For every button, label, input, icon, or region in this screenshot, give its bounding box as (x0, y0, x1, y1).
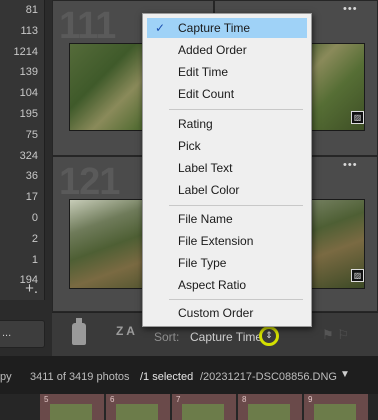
folder-count[interactable]: 139 (0, 62, 44, 83)
folder-count[interactable]: 104 (0, 83, 44, 104)
edited-badge-icon: ▨ (351, 111, 364, 124)
sort-dropdown-arrow-icon[interactable]: ⇕ (259, 326, 279, 346)
status-prefix: py (0, 371, 12, 383)
menu-item-pick[interactable]: Pick (147, 136, 307, 156)
sort-menu: ✓ Capture Time Added Order Edit Time Edi… (142, 13, 312, 327)
folder-count[interactable]: 17 (0, 187, 44, 208)
menu-item-added-order[interactable]: Added Order (147, 40, 307, 60)
menu-item-file-extension[interactable]: File Extension (147, 231, 307, 251)
filmstrip: 5 6 7 8 9 (0, 394, 378, 420)
folder-count[interactable]: 36 (0, 166, 44, 187)
filmstrip-thumbnail (182, 404, 224, 420)
import-button-label: ... (2, 327, 12, 339)
filmstrip-thumbnail (50, 404, 92, 420)
menu-item-label: Aspect Ratio (178, 278, 247, 292)
filmstrip-item[interactable]: 7 (172, 394, 238, 420)
menu-item-edit-count[interactable]: Edit Count (147, 84, 307, 104)
photo-count: 3411 of 3419 photos (30, 371, 130, 383)
add-folder-button[interactable]: +. (0, 280, 44, 302)
menu-item-edit-time[interactable]: Edit Time (147, 62, 307, 82)
menu-separator (169, 299, 303, 300)
folder-count[interactable]: 195 (0, 104, 44, 125)
menu-item-aspect-ratio[interactable]: Aspect Ratio (147, 275, 307, 295)
cell-number: 111 (59, 5, 116, 47)
menu-item-label: Capture Time (178, 21, 251, 35)
filmstrip-thumbnail (116, 404, 158, 420)
filmstrip-number: 8 (242, 395, 247, 404)
menu-item-label: Rating (178, 117, 213, 131)
check-icon: ✓ (155, 21, 166, 35)
more-options-icon[interactable]: ••• (343, 3, 358, 15)
menu-item-label-text[interactable]: Label Text (147, 158, 307, 178)
menu-item-label: Custom Order (178, 306, 254, 320)
folder-count[interactable]: 0 (0, 208, 44, 229)
menu-item-custom-order[interactable]: Custom Order (147, 303, 307, 323)
folder-count[interactable]: 2 (0, 229, 44, 250)
folder-count[interactable]: 81 (0, 0, 44, 21)
menu-item-label: Edit Time (178, 65, 229, 79)
filmstrip-number: 6 (110, 395, 115, 404)
flag-icon[interactable]: ⚑ ⚐ (322, 327, 349, 343)
sort-label: Sort: (154, 330, 180, 344)
cell-number: 121 (59, 161, 120, 203)
menu-item-file-type[interactable]: File Type (147, 253, 307, 273)
edited-badge-icon: ▨ (351, 269, 364, 282)
folder-count[interactable]: 1 (0, 250, 44, 271)
menu-item-label: File Type (178, 256, 227, 270)
filmstrip-number: 5 (44, 395, 49, 404)
menu-item-label: File Extension (178, 234, 254, 248)
folder-count[interactable]: 1214 (0, 42, 44, 63)
menu-item-label: Label Text (178, 161, 233, 175)
filmstrip-item[interactable]: 9 (304, 394, 370, 420)
import-button[interactable]: ... (0, 320, 45, 348)
menu-item-file-name[interactable]: File Name (147, 209, 307, 229)
filmstrip-item[interactable]: 5 (40, 394, 106, 420)
path-dropdown-icon[interactable]: ▼ (340, 369, 350, 380)
menu-item-rating[interactable]: Rating (147, 114, 307, 134)
folder-count[interactable]: 113 (0, 21, 44, 42)
filmstrip-thumbnail (314, 404, 356, 420)
menu-item-label: Label Color (178, 183, 240, 197)
menu-item-label: Pick (178, 139, 201, 153)
menu-item-label-color[interactable]: Label Color (147, 180, 307, 200)
filmstrip-item[interactable]: 8 (238, 394, 304, 420)
menu-item-capture-time[interactable]: ✓ Capture Time (147, 18, 307, 38)
folder-count-panel: 81 113 1214 139 104 195 75 324 36 17 0 2… (0, 0, 45, 300)
file-path[interactable]: /20231217-DSC08856.DNG (200, 371, 337, 383)
menu-separator (169, 109, 303, 110)
folder-count[interactable]: 75 (0, 125, 44, 146)
selected-count: /1 selected (140, 371, 194, 383)
filmstrip-number: 7 (176, 395, 181, 404)
more-options-icon[interactable]: ••• (343, 159, 358, 171)
painter-spray-icon[interactable] (72, 318, 86, 345)
filmstrip-thumbnail (248, 404, 290, 420)
filmstrip-number: 9 (308, 395, 313, 404)
folder-count[interactable]: 324 (0, 146, 44, 167)
filmstrip-item[interactable]: 6 (106, 394, 172, 420)
menu-separator (169, 205, 303, 206)
sort-direction-icon[interactable]: Z A (116, 324, 135, 338)
menu-item-label: Edit Count (178, 87, 235, 101)
menu-item-label: File Name (178, 212, 233, 226)
sort-dropdown[interactable]: Capture Time (190, 330, 262, 344)
menu-item-label: Added Order (178, 43, 247, 57)
status-bar: py 3411 of 3419 photos /1 selected /2023… (0, 356, 378, 394)
